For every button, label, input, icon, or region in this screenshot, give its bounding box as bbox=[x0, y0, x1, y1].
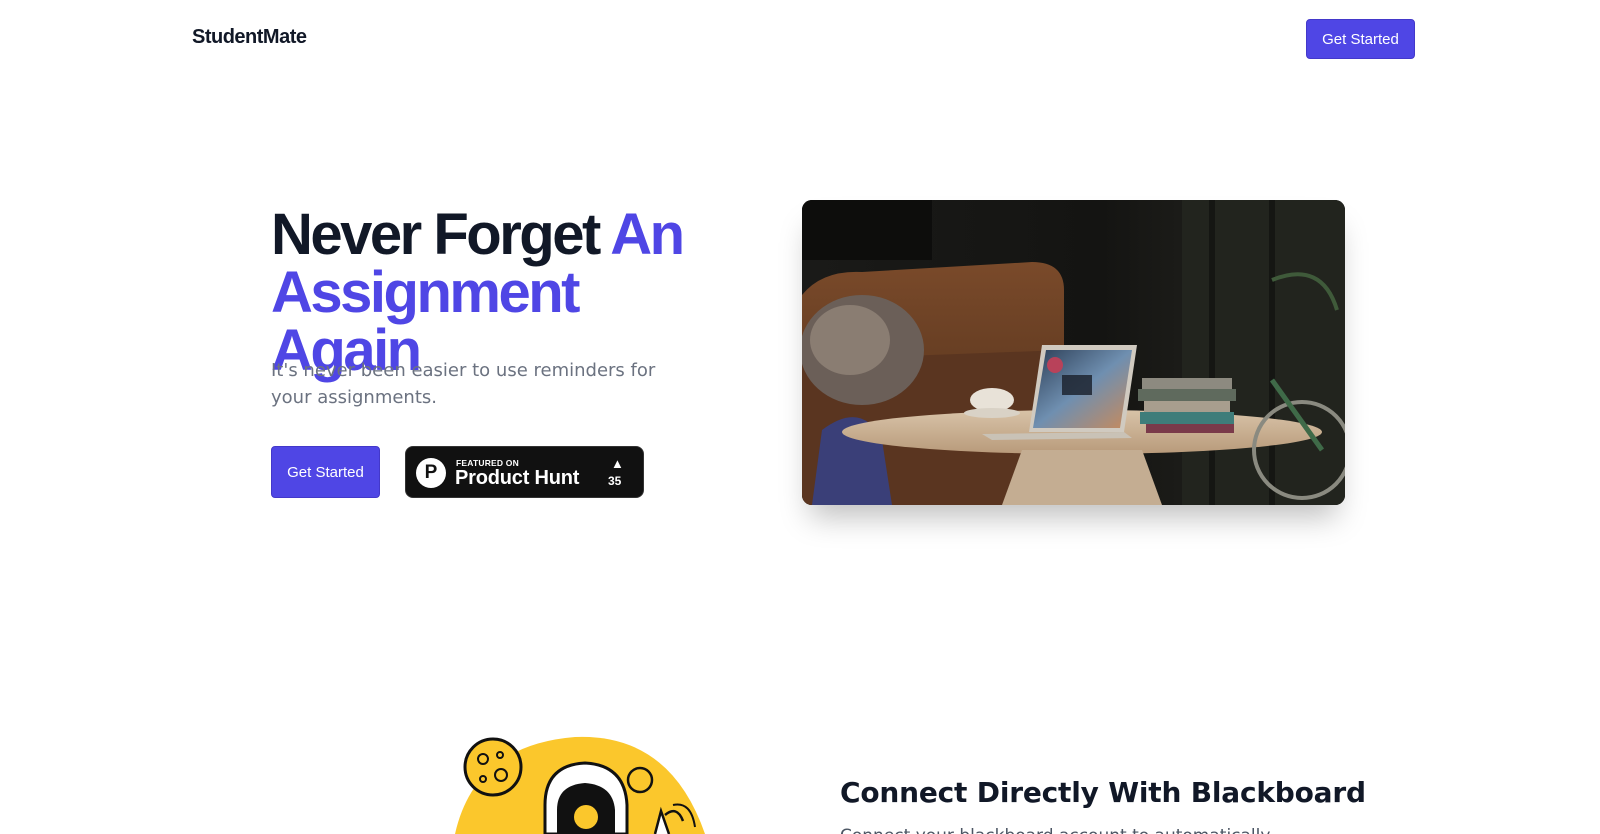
product-hunt-icon: P bbox=[416, 458, 446, 488]
hero-image bbox=[802, 200, 1345, 505]
feature-title: Connect Directly With Blackboard bbox=[840, 776, 1366, 809]
product-hunt-name: Product Hunt bbox=[455, 467, 580, 489]
hero-title: Never Forget An Assignment Again bbox=[271, 206, 731, 380]
hero-subtitle: It's never been easier to use reminders … bbox=[271, 360, 656, 408]
site-header: StudentMate Get Started bbox=[0, 0, 1600, 80]
upvote-count: 35 bbox=[608, 474, 622, 488]
brand-logo[interactable]: StudentMate bbox=[192, 26, 307, 49]
astronaut-illustration-icon bbox=[455, 735, 720, 834]
product-hunt-badge[interactable]: P FEATURED ON Product Hunt ▲ 35 bbox=[405, 446, 644, 498]
hero-get-started-button[interactable]: Get Started bbox=[271, 446, 380, 498]
feature-description: Connect your blackboard account to autom… bbox=[840, 826, 1340, 834]
header-get-started-button[interactable]: Get Started bbox=[1306, 19, 1415, 59]
landing-page: StudentMate Get Started Never Forget An … bbox=[0, 0, 1600, 834]
laptop-photo-icon bbox=[802, 200, 1345, 505]
hero-title-dark: Never Forget bbox=[271, 202, 611, 267]
upvote-arrow-icon: ▲ bbox=[611, 456, 624, 471]
